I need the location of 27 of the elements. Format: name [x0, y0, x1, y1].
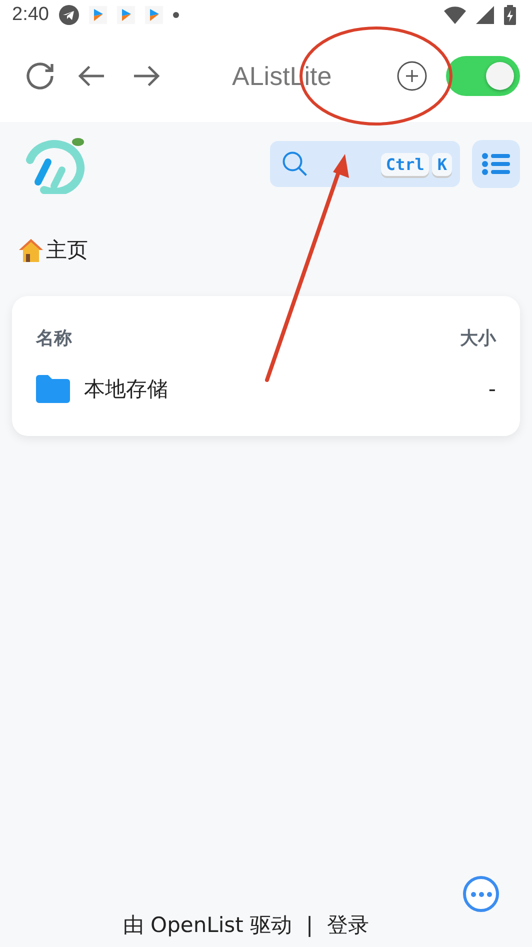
file-name[interactable]: 本地存储: [84, 375, 168, 403]
telegram-icon: [58, 5, 79, 25]
shortcut-key: Ctrl: [380, 152, 430, 176]
house-icon: [18, 237, 44, 263]
toggle-switch[interactable]: [446, 56, 520, 96]
list-icon: [482, 152, 510, 176]
folder-icon: [36, 375, 70, 403]
wifi-icon: [444, 6, 466, 24]
dot-icon: [172, 12, 179, 18]
shortcut-key: K: [432, 152, 452, 176]
battery-icon: [504, 5, 516, 25]
app-notification-icon: [88, 6, 107, 24]
login-link[interactable]: 登录: [327, 911, 370, 939]
powered-by-text: 由 OpenList 驱动: [122, 912, 292, 939]
chat-button[interactable]: [463, 876, 499, 912]
status-time: 2:40: [12, 4, 49, 26]
file-size: -: [488, 377, 496, 401]
footer-separator: |: [306, 913, 314, 937]
app-notification-icon: [116, 6, 135, 24]
column-header: 大小: [460, 327, 496, 350]
refresh-button[interactable]: [24, 60, 56, 92]
list-view-button[interactable]: [472, 140, 520, 188]
column-header: 名称: [36, 327, 72, 350]
signal-icon: [476, 6, 494, 24]
add-button[interactable]: [396, 60, 428, 92]
app-notification-icon: [144, 6, 163, 24]
breadcrumb-link[interactable]: 主页: [46, 236, 88, 264]
